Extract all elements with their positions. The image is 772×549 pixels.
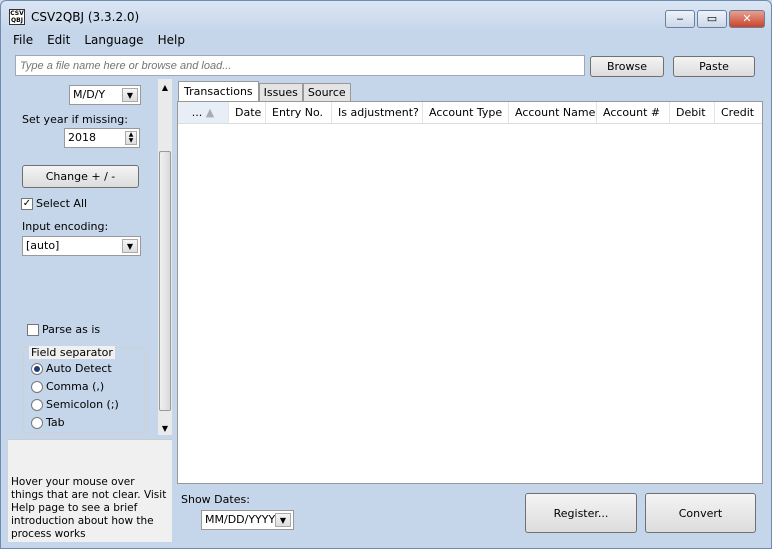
chevron-down-icon: ▼	[122, 239, 138, 253]
change-sign-button[interactable]: Change + / -	[22, 165, 139, 188]
menu-language[interactable]: Language	[84, 33, 143, 47]
column-header-account-type[interactable]: Account Type	[423, 102, 509, 123]
checkbox-icon	[27, 324, 39, 336]
chevron-down-icon: ▼	[122, 88, 138, 102]
radio-label: Comma (,)	[46, 380, 105, 393]
column-header-index[interactable]: ... ▲	[178, 102, 229, 123]
file-name-input[interactable]	[15, 55, 585, 76]
scroll-up-icon[interactable]: ▲	[158, 83, 172, 92]
spinner-arrows-icon[interactable]: ▲ ▼	[125, 131, 137, 145]
radio-label: Tab	[46, 416, 65, 429]
checkbox-checked-icon: ✓	[21, 198, 33, 210]
date-format-select[interactable]: M/D/Y ▼	[69, 85, 141, 105]
year-spinner[interactable]: 2018 ▲ ▼	[64, 128, 140, 148]
column-header-credit[interactable]: Credit	[715, 102, 762, 123]
sort-ascending-icon: ▲	[205, 106, 215, 119]
title-bar: CSV QBJ CSV2QBJ (3.3.2.0)	[9, 7, 139, 27]
year-label: Set year if missing:	[22, 113, 128, 126]
options-scrollbar[interactable]: ▲ ▼	[158, 79, 172, 435]
column-header-date[interactable]: Date	[229, 102, 266, 123]
select-all-label: Select All	[36, 197, 88, 210]
tab-issues[interactable]: Issues	[258, 83, 303, 102]
radio-icon	[31, 417, 43, 429]
year-value: 2018	[68, 131, 96, 144]
transactions-table[interactable]: ... ▲ Date Entry No. Is adjustment? Acco…	[177, 101, 763, 484]
column-header-is-adjustment[interactable]: Is adjustment?	[332, 102, 423, 123]
field-separator-group: Field separator Auto Detect Comma (,) Se…	[23, 346, 146, 433]
menu-help[interactable]: Help	[158, 33, 185, 47]
tab-transactions[interactable]: Transactions	[178, 81, 259, 102]
show-dates-label: Show Dates:	[181, 493, 250, 506]
radio-selected-icon	[31, 363, 43, 375]
paste-button[interactable]: Paste	[673, 56, 755, 77]
maximize-button[interactable]: ▭	[697, 10, 727, 28]
help-panel: Hover your mouse over things that are no…	[8, 439, 172, 542]
encoding-label: Input encoding:	[22, 220, 109, 233]
convert-button[interactable]: Convert	[645, 493, 756, 533]
radio-icon	[31, 399, 43, 411]
parse-as-is-checkbox[interactable]: Parse as is	[27, 323, 100, 336]
scroll-down-icon[interactable]: ▼	[158, 424, 172, 433]
radio-semicolon[interactable]: Semicolon (;)	[31, 398, 119, 411]
help-text: Hover your mouse over things that are no…	[11, 476, 167, 540]
column-header-account-name[interactable]: Account Name	[509, 102, 597, 123]
browse-button[interactable]: Browse	[590, 56, 664, 77]
date-format-value: M/D/Y	[73, 88, 106, 101]
chevron-down-icon: ▼	[275, 513, 291, 527]
select-all-checkbox[interactable]: ✓ Select All	[21, 197, 87, 210]
radio-auto-detect[interactable]: Auto Detect	[31, 362, 112, 375]
radio-comma[interactable]: Comma (,)	[31, 380, 104, 393]
radio-icon	[31, 381, 43, 393]
menu-edit[interactable]: Edit	[47, 33, 70, 47]
window-title: CSV2QBJ (3.3.2.0)	[31, 10, 140, 24]
radio-label: Auto Detect	[46, 362, 112, 375]
encoding-value: [auto]	[26, 239, 60, 252]
app-icon: CSV QBJ	[9, 9, 25, 25]
options-panel: M/D/Y ▼ Set year if missing: 2018 ▲ ▼ Chang…	[8, 79, 172, 435]
parse-as-is-label: Parse as is	[42, 323, 101, 336]
table-header: ... ▲ Date Entry No. Is adjustment? Acco…	[178, 102, 762, 124]
column-label: ...	[191, 106, 203, 119]
column-header-debit[interactable]: Debit	[670, 102, 715, 123]
show-dates-value: MM/DD/YYYY	[205, 513, 276, 526]
radio-tab[interactable]: Tab	[31, 416, 65, 429]
column-header-account-number[interactable]: Account #	[597, 102, 670, 123]
register-button[interactable]: Register...	[525, 493, 637, 533]
tab-bar: Transactions Issues Source	[178, 81, 351, 102]
menu-file[interactable]: File	[13, 33, 33, 47]
show-dates-select[interactable]: MM/DD/YYYY ▼	[201, 510, 294, 530]
app-window: CSV QBJ CSV2QBJ (3.3.2.0) ‒ ▭ ✕ File Edi…	[0, 0, 772, 549]
field-separator-label: Field separator	[29, 346, 115, 359]
close-button[interactable]: ✕	[729, 10, 765, 28]
encoding-select[interactable]: [auto] ▼	[22, 236, 141, 256]
radio-label: Semicolon (;)	[46, 398, 119, 411]
scrollbar-thumb[interactable]	[159, 151, 171, 411]
column-header-entry-no[interactable]: Entry No.	[266, 102, 332, 123]
tab-source[interactable]: Source	[302, 83, 351, 102]
menu-bar: File Edit Language Help	[13, 33, 185, 47]
minimize-button[interactable]: ‒	[665, 10, 695, 28]
